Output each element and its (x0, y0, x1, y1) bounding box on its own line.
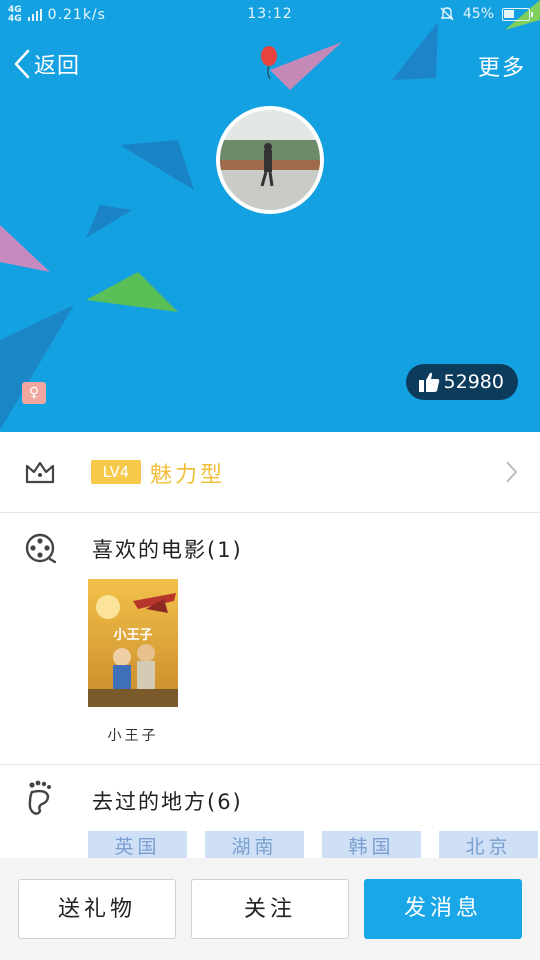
battery-icon (502, 7, 533, 21)
movie-poster-art: 小王子 (88, 579, 178, 707)
battery-fill (504, 9, 514, 18)
movie-poster[interactable]: 小王子 (88, 579, 178, 707)
back-label: 返回 (34, 54, 81, 79)
place-tag[interactable]: 韩国 (322, 831, 421, 861)
female-gender-icon: ♀ (22, 382, 46, 404)
footprint-icon (28, 780, 51, 815)
back-button[interactable]: 返回 (12, 48, 80, 80)
send-gift-button[interactable]: 送礼物 (18, 879, 176, 939)
level-badge: LV4 (91, 460, 141, 484)
places-title: 去过的地方(6) (92, 790, 243, 814)
film-reel-icon (25, 533, 56, 564)
status-bar: 4G 4G 0.21k/s 13:12 45% (0, 0, 540, 30)
like-button[interactable]: 52980 (405, 364, 518, 400)
level-row[interactable] (0, 432, 540, 512)
likes-count: 52980 (443, 371, 504, 393)
avatar-photo-scene (220, 110, 320, 210)
place-tag[interactable]: 北京 (439, 831, 538, 861)
send-message-button[interactable]: 发消息 (364, 879, 522, 939)
bottom-action-bar: 送礼物 关注 发消息 (0, 858, 540, 960)
divider (0, 512, 540, 513)
place-tag[interactable]: 湖南 (205, 831, 304, 861)
balloon-icon (261, 46, 277, 80)
chevron-right-icon (506, 461, 518, 483)
crown-icon (25, 461, 55, 484)
movie-title: 小王子 (107, 728, 159, 744)
battery-percent: 45% (462, 6, 494, 22)
chevron-left-icon (14, 49, 30, 79)
thumbs-up-icon (418, 372, 439, 392)
poster-title: 小王子 (113, 628, 152, 643)
avatar-photo (220, 110, 320, 210)
place-tag[interactable]: 英国 (88, 831, 187, 861)
places-tag-list: 英国 湖南 韩国 北京 (88, 831, 538, 861)
mute-bell-icon (440, 7, 454, 21)
profile-header: 4G 4G 0.21k/s 13:12 45% 返回 更多 ♀ 52980 (0, 0, 540, 432)
divider (0, 764, 540, 765)
more-button[interactable]: 更多 (478, 50, 526, 82)
level-label: 魅力型 (150, 463, 226, 488)
avatar[interactable] (216, 106, 324, 214)
movies-title: 喜欢的电影(1) (92, 538, 243, 562)
follow-button[interactable]: 关注 (191, 879, 349, 939)
